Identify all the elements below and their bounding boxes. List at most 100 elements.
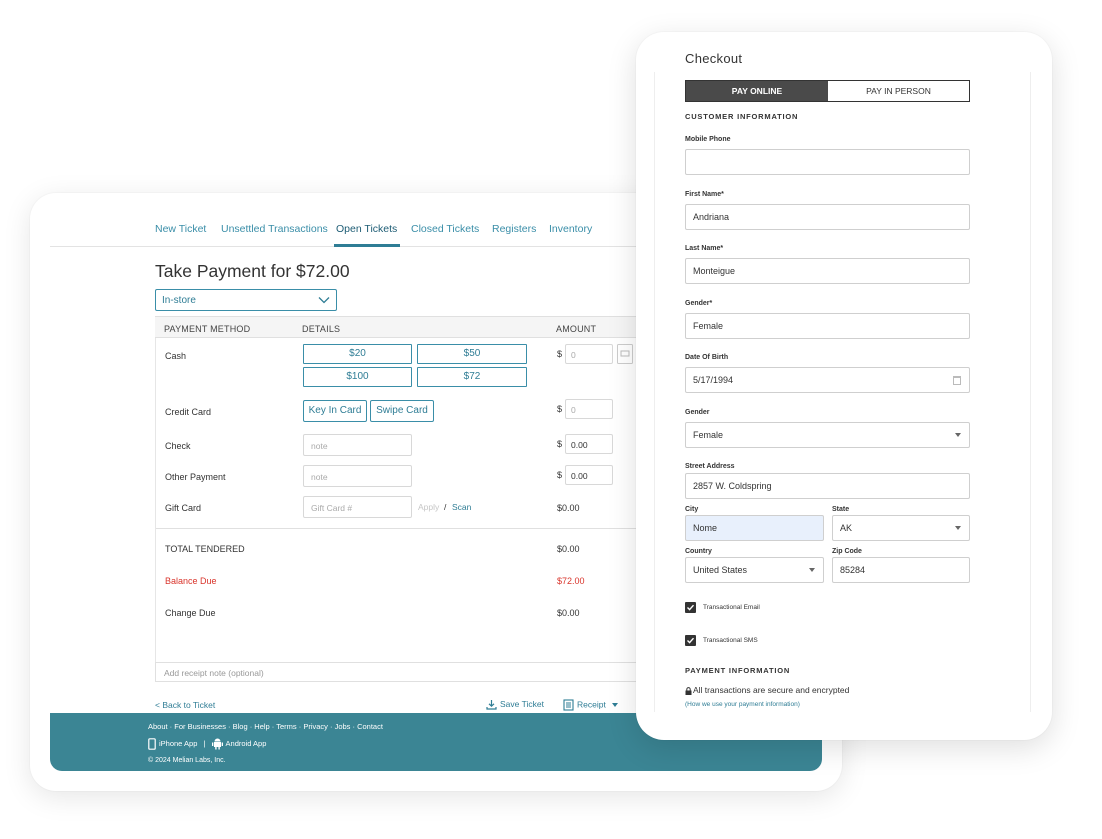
transactional-sms-label: Transactional SMS (703, 637, 758, 644)
cash-50-button[interactable]: $50 (417, 344, 527, 364)
gift-card-apply-link[interactable]: Apply (418, 502, 439, 512)
location-select-value: In-store (162, 295, 196, 306)
payment-info-link[interactable]: (How we use your payment information) (685, 701, 800, 708)
last-name-input[interactable]: Monteigue (685, 258, 970, 284)
gift-card-amount: $0.00 (557, 503, 580, 513)
other-amount-input[interactable]: 0.00 (565, 465, 613, 485)
panel-border-right (1030, 72, 1031, 712)
tab-open-tickets[interactable]: Open Tickets (336, 223, 397, 235)
checkout-panel: Checkout PAY ONLINE PAY IN PERSON CUSTOM… (636, 32, 1052, 740)
header-amount: AMOUNT (556, 324, 597, 334)
first-name-label: First Name* (685, 191, 724, 198)
caret-down-icon (955, 433, 961, 437)
cash-20-button[interactable]: $20 (303, 344, 412, 364)
mobile-phone-input[interactable] (685, 149, 970, 175)
tab-new-ticket[interactable]: New Ticket (155, 223, 206, 235)
city-input[interactable]: Nome (685, 515, 824, 541)
swipe-card-button[interactable]: Swipe Card (370, 400, 434, 422)
country-label: Country (685, 548, 712, 555)
chevron-down-icon (318, 297, 330, 304)
footer-copyright: © 2024 Melian Labs, Inc. (148, 757, 226, 764)
street-address-label: Street Address (685, 463, 735, 470)
gender-select[interactable]: Female (685, 422, 970, 448)
check-amount-input[interactable]: 0.00 (565, 434, 613, 454)
gender-required-label: Gender* (685, 300, 713, 307)
caret-down-icon (612, 703, 619, 707)
check-icon (687, 637, 695, 644)
payment-info-heading: PAYMENT INFORMATION (685, 666, 791, 675)
active-tab-indicator (334, 244, 400, 247)
tab-registers[interactable]: Registers (492, 223, 536, 235)
cash-100-button[interactable]: $100 (303, 367, 412, 387)
tab-pay-online[interactable]: PAY ONLINE (686, 81, 828, 101)
back-to-ticket-link[interactable]: < Back to Ticket (155, 700, 215, 710)
lock-icon (685, 686, 692, 695)
transactional-email-checkbox[interactable] (685, 602, 696, 613)
transactional-sms-checkbox[interactable] (685, 635, 696, 646)
calendar-icon[interactable] (953, 376, 961, 385)
mobile-phone-label: Mobile Phone (685, 136, 731, 143)
footer-apps: iPhone App | Android App (148, 738, 266, 750)
tab-inventory[interactable]: Inventory (549, 223, 592, 235)
page-title: Take Payment for $72.00 (155, 261, 350, 281)
dob-label: Date Of Birth (685, 354, 729, 361)
android-icon (211, 738, 223, 750)
country-select[interactable]: United States (685, 557, 824, 583)
save-ticket-button[interactable]: Save Ticket (486, 699, 544, 710)
credit-amount-input[interactable]: 0 (565, 399, 613, 419)
zip-code-input[interactable]: 85284 (832, 557, 970, 583)
street-address-input[interactable]: 2857 W. Coldspring (685, 473, 970, 499)
gift-card-separator: / (444, 502, 447, 512)
credit-card-label: Credit Card (165, 407, 212, 417)
other-dollar-sign: $ (557, 470, 563, 480)
cash-amount-input[interactable]: 0 (565, 344, 613, 364)
check-label: Check (165, 441, 191, 451)
dob-input[interactable]: 5/17/1994 (685, 367, 970, 393)
payment-mode-toggle: PAY ONLINE PAY IN PERSON (685, 80, 970, 102)
state-select[interactable]: AK (832, 515, 970, 541)
save-ticket-label: Save Ticket (500, 699, 544, 709)
cash-drawer-icon[interactable] (617, 344, 633, 364)
receipt-label: Receipt (577, 699, 606, 710)
secure-notice-text: All transactions are secure and encrypte… (693, 685, 850, 695)
dob-value: 5/17/1994 (693, 375, 734, 385)
other-note-input[interactable]: note (303, 465, 412, 487)
location-select[interactable]: In-store (155, 289, 337, 311)
country-select-value: United States (693, 565, 748, 575)
tab-closed-tickets[interactable]: Closed Tickets (411, 223, 479, 235)
gift-card-scan-link[interactable]: Scan (452, 502, 471, 512)
cash-72-button[interactable]: $72 (417, 367, 527, 387)
android-app-link[interactable]: Android App (226, 739, 267, 748)
footer-links[interactable]: About · For Businesses · Blog · Help · T… (148, 722, 383, 731)
check-icon (687, 604, 695, 611)
secure-notice: All transactions are secure and encrypte… (685, 685, 849, 695)
tab-unsettled-transactions[interactable]: Unsettled Transactions (221, 223, 328, 235)
check-note-input[interactable]: note (303, 434, 412, 456)
gift-card-input[interactable]: Gift Card # (303, 496, 412, 518)
iphone-app-link[interactable]: iPhone App (159, 739, 197, 748)
header-payment-method: PAYMENT METHOD (164, 324, 251, 334)
caret-down-icon (809, 568, 815, 572)
credit-dollar-sign: $ (557, 404, 563, 414)
panel-border-left (654, 72, 655, 712)
last-name-label: Last Name* (685, 245, 724, 252)
payment-table: Cash $20 $50 $100 $72 $ 0 Credit Card Ke… (155, 338, 676, 662)
tab-pay-in-person[interactable]: PAY IN PERSON (828, 81, 969, 101)
receipt-dropdown-button[interactable]: Receipt (563, 699, 621, 711)
city-label: City (685, 506, 699, 513)
caret-down-icon (955, 526, 961, 530)
first-name-input[interactable]: Andriana (685, 204, 970, 230)
phone-icon (148, 738, 156, 750)
receipt-note-input[interactable]: Add receipt note (optional) (155, 662, 675, 682)
total-tendered-label: TOTAL TENDERED (165, 544, 245, 554)
customer-info-heading: CUSTOMER INFORMATION (685, 112, 799, 121)
other-payment-label: Other Payment (165, 472, 226, 482)
app-separator: | (203, 738, 206, 748)
divider (156, 528, 676, 529)
gender-required-input[interactable]: Female (685, 313, 970, 339)
gift-card-label: Gift Card (165, 503, 202, 513)
gender-label: Gender (685, 409, 710, 416)
key-in-card-button[interactable]: Key In Card (303, 400, 367, 422)
total-tendered-value: $0.00 (557, 544, 580, 554)
state-label: State (832, 506, 850, 513)
